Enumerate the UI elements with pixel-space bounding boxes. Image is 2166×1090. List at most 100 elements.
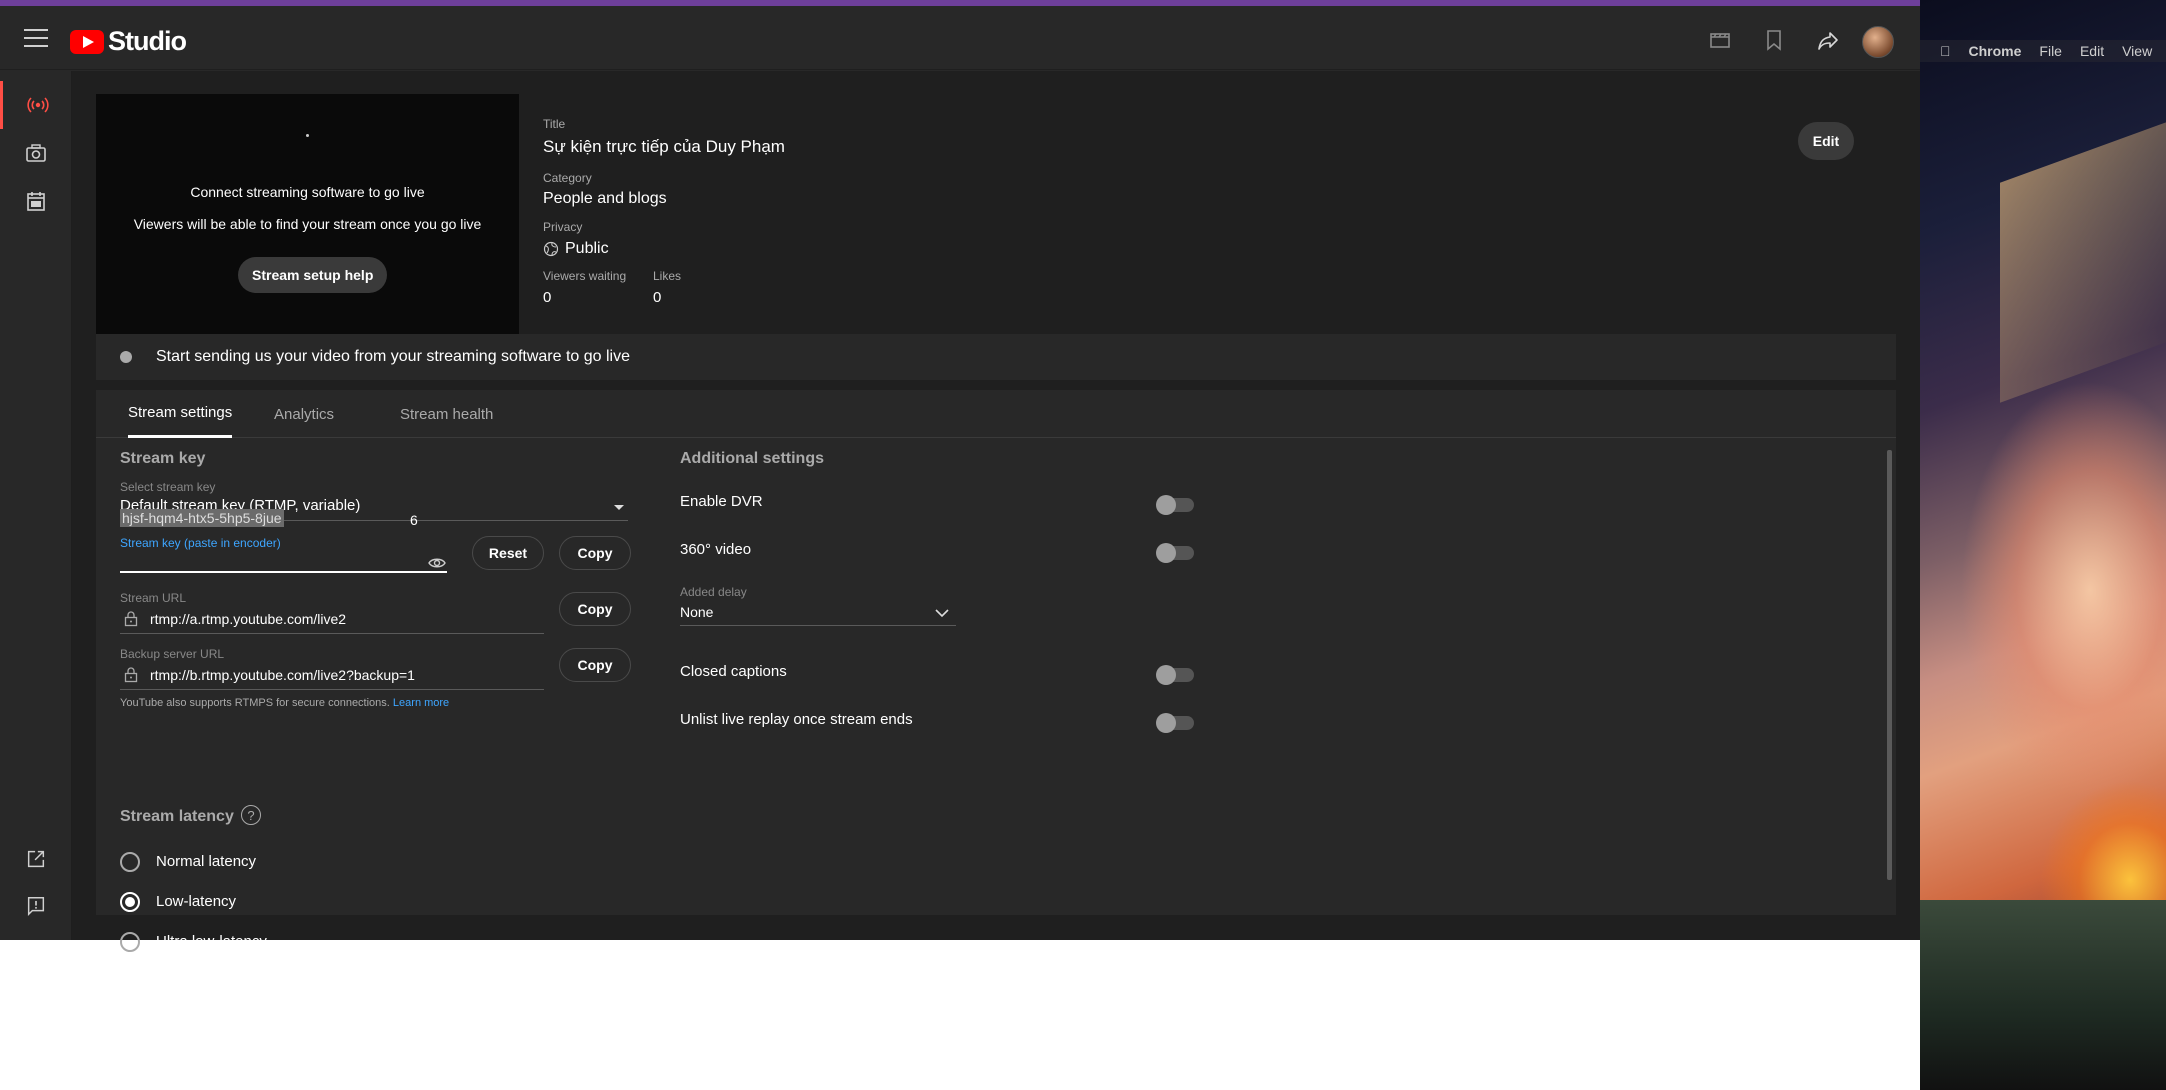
menu-app-name[interactable]: Chrome: [1969, 43, 2022, 59]
rtmps-note: YouTube also supports RTMPS for secure c…: [120, 697, 449, 709]
sidebar-item-schedule[interactable]: [0, 177, 72, 225]
studio-window: Studio Connect streaming software to go …: [0, 0, 1920, 952]
rtmps-note-text: YouTube also supports RTMPS for secure c…: [120, 697, 390, 709]
learn-more-link[interactable]: Learn more: [393, 697, 449, 709]
viewers-waiting-label: Viewers waiting: [543, 269, 627, 283]
stream-url-value[interactable]: rtmp://a.rtmp.youtube.com/live2: [150, 611, 346, 627]
sidebar-item-live[interactable]: [0, 81, 72, 129]
stream-key-title: Stream key: [120, 450, 206, 467]
header: Studio: [0, 6, 1920, 70]
radio-low-latency[interactable]: [120, 892, 140, 912]
privacy-label: Privacy: [543, 220, 583, 234]
sidebar: [0, 71, 72, 940]
logo-text: Studio: [108, 26, 187, 56]
tab-analytics[interactable]: Analytics: [274, 390, 334, 438]
sidebar-item-open-external[interactable]: [0, 835, 72, 883]
likes-label: Likes: [653, 269, 682, 283]
bookmark-icon[interactable]: [1762, 28, 1786, 52]
status-bar: Start sending us your video from your st…: [96, 334, 1896, 380]
desktop-wallpaper:  Chrome File Edit View: [1920, 0, 2166, 1090]
menu-edit[interactable]: Edit: [2080, 43, 2104, 59]
edit-button[interactable]: Edit: [1798, 122, 1854, 160]
closed-captions-toggle[interactable]: [1156, 665, 1194, 685]
stream-key-input[interactable]: hjsf-hqm4-htx5-5hp5-8jue: [120, 509, 284, 527]
unlist-replay-toggle[interactable]: [1156, 713, 1194, 733]
category-label: Category: [543, 171, 592, 185]
category-value: People and blogs: [543, 190, 667, 207]
privacy-value: Public: [565, 240, 609, 257]
video-360-toggle[interactable]: [1156, 543, 1194, 563]
copy-stream-url-button[interactable]: Copy: [559, 592, 631, 626]
wallpaper-cloud: [1960, 380, 2166, 800]
enable-dvr-label: Enable DVR: [680, 493, 763, 510]
lock-icon: [124, 667, 138, 683]
stream-key-label: Stream key (paste in encoder): [120, 536, 281, 550]
title-value: Sự kiện trực tiếp của Duy Phạm: [543, 137, 785, 156]
clapperboard-icon[interactable]: [1708, 28, 1732, 52]
stream-setup-help-button[interactable]: Stream setup help: [238, 257, 388, 293]
added-delay-value[interactable]: None: [680, 604, 713, 620]
menu-view[interactable]: View: [2122, 43, 2152, 59]
closed-captions-label: Closed captions: [680, 663, 787, 680]
additional-settings-title: Additional settings: [680, 450, 824, 467]
radio-ultra-low-latency[interactable]: [120, 932, 140, 952]
apple-icon[interactable]: : [1940, 43, 1951, 59]
camera-icon: [26, 144, 46, 162]
unlist-replay-label: Unlist live replay once stream ends: [680, 711, 913, 728]
lock-icon: [124, 611, 138, 627]
low-latency-label: Low-latency: [156, 893, 237, 910]
stream-latency-title: Stream latency: [120, 808, 234, 825]
avatar[interactable]: [1862, 26, 1894, 58]
settings-panel: Stream settings Analytics Stream health …: [96, 390, 1896, 952]
stream-preview: Connect streaming software to go live Vi…: [96, 94, 519, 334]
menu-icon[interactable]: [22, 26, 50, 50]
help-icon[interactable]: ?: [241, 805, 261, 825]
preview-line-1: Connect streaming software to go live: [190, 184, 425, 200]
backup-url-underline: [120, 689, 544, 690]
main-content: Connect streaming software to go live Vi…: [72, 71, 1920, 952]
status-indicator: [120, 351, 132, 363]
sidebar-item-camera[interactable]: [0, 129, 72, 177]
ultra-low-latency-label: Ultra low-latency: [156, 933, 267, 950]
title-label: Title: [543, 117, 566, 131]
youtube-logo-icon: [70, 29, 104, 54]
radio-normal-latency[interactable]: [120, 852, 140, 872]
studio-logo[interactable]: Studio: [70, 26, 187, 57]
chevron-down-icon[interactable]: [935, 608, 949, 618]
stream-key-suffix: 6: [410, 512, 418, 528]
select-stream-key-label: Select stream key: [120, 480, 216, 494]
likes-value: 0: [653, 289, 662, 306]
menu-file[interactable]: File: [2039, 43, 2062, 59]
tab-stream-health[interactable]: Stream health: [400, 390, 493, 438]
backup-url-label: Backup server URL: [120, 647, 225, 661]
panel-scrollbar[interactable]: [1887, 450, 1892, 880]
mac-menu-bar:  Chrome File Edit View: [1920, 40, 2166, 62]
eye-icon[interactable]: [428, 556, 446, 570]
viewers-waiting-value: 0: [543, 289, 552, 306]
tab-bar: Stream settings Analytics Stream health: [96, 390, 1896, 438]
enable-dvr-toggle[interactable]: [1156, 495, 1194, 515]
backup-url-value[interactable]: rtmp://b.rtmp.youtube.com/live2?backup=1: [150, 667, 415, 683]
status-text: Start sending us your video from your st…: [156, 348, 630, 365]
tab-stream-settings[interactable]: Stream settings: [128, 390, 233, 438]
share-icon[interactable]: [1816, 28, 1840, 52]
sidebar-item-feedback[interactable]: [0, 882, 72, 930]
normal-latency-label: Normal latency: [156, 853, 257, 870]
video-360-label: 360° video: [680, 541, 752, 558]
added-delay-label: Added delay: [680, 585, 747, 599]
stream-key-underline: [120, 571, 447, 573]
external-link-icon: [27, 850, 45, 868]
stream-url-underline: [120, 633, 544, 634]
dropdown-arrow-icon[interactable]: [613, 502, 625, 512]
preview-line-2: Viewers will be able to find your stream…: [133, 216, 482, 232]
wallpaper-cliff: [1920, 900, 2166, 1090]
feedback-icon: [27, 897, 45, 917]
wallpaper-rock: [2000, 117, 2166, 403]
copy-backup-url-button[interactable]: Copy: [559, 648, 631, 682]
loading-dot: [306, 134, 309, 137]
calendar-icon: [27, 192, 45, 211]
copy-stream-key-button[interactable]: Copy: [559, 536, 631, 570]
globe-icon: [543, 241, 559, 257]
live-broadcast-icon: [26, 97, 49, 113]
reset-button[interactable]: Reset: [472, 536, 544, 570]
